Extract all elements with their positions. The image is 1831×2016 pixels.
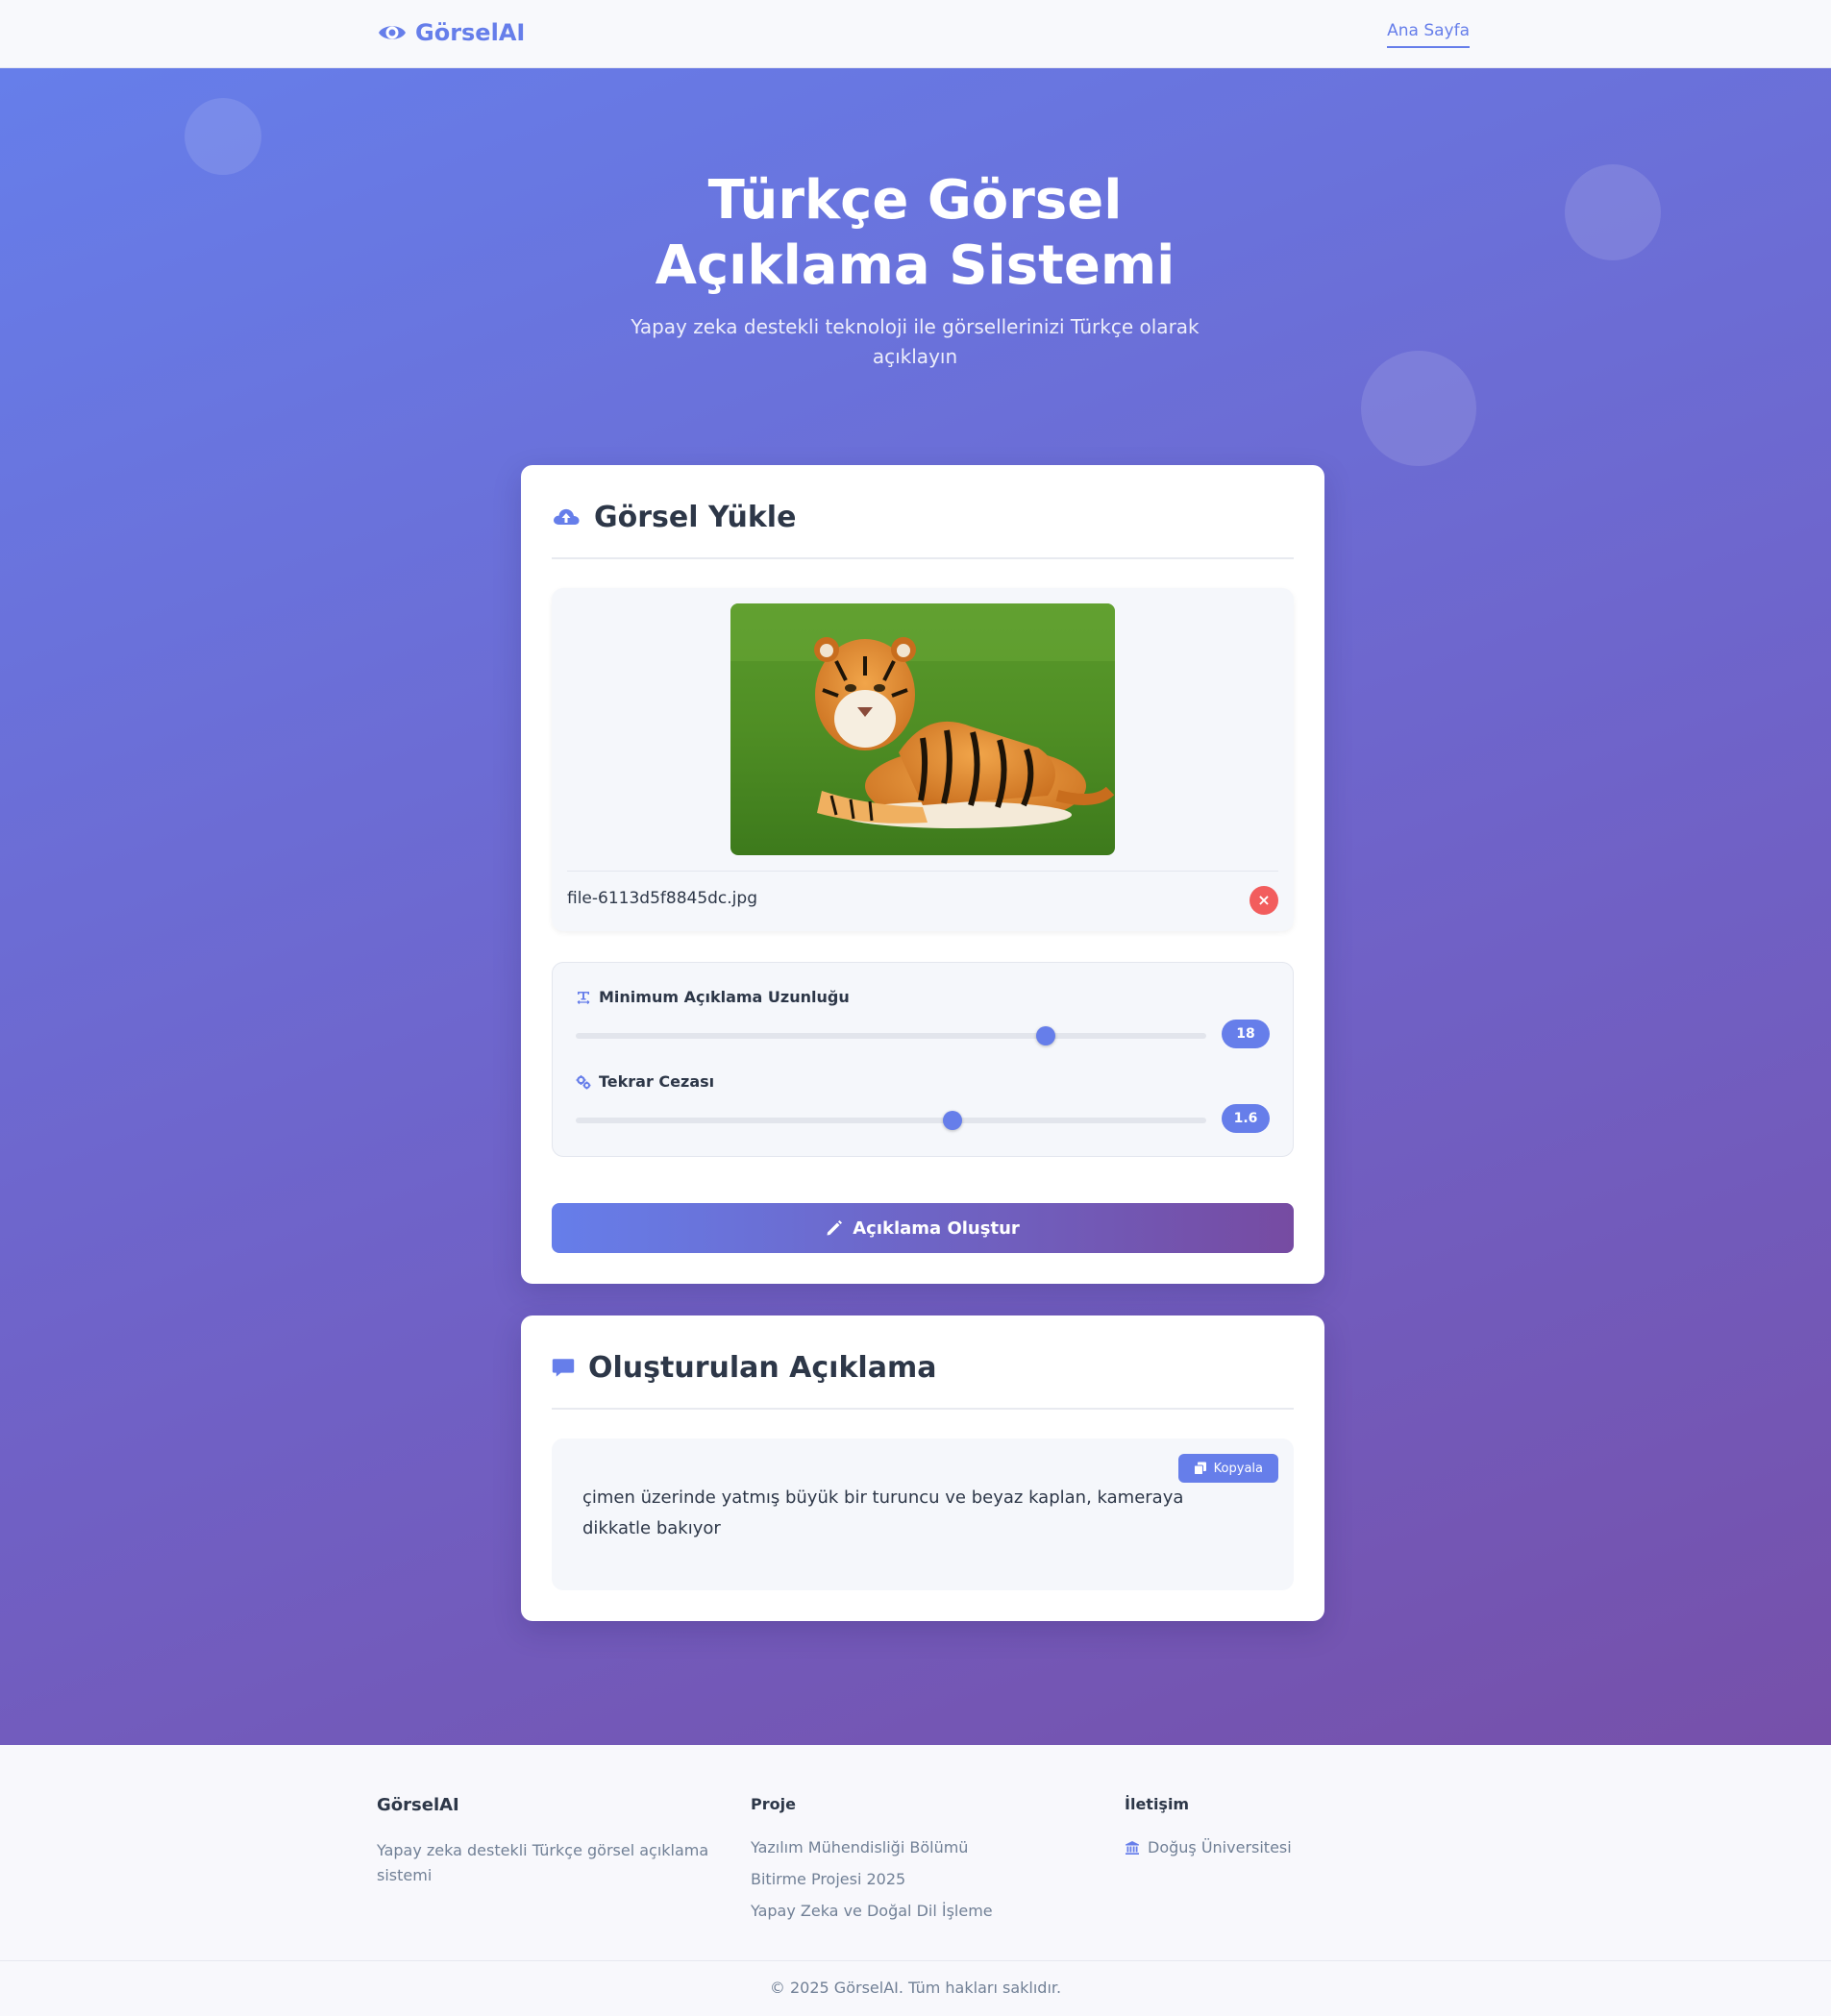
footer-project-item: Yapay Zeka ve Doğal Dil İşleme	[751, 1902, 993, 1920]
setting-repetition-penalty: Tekrar Cezası 1.6	[576, 1072, 1270, 1133]
footer-project-list: Yazılım Mühendisliği Bölümü Bitirme Proj…	[751, 1836, 1097, 1922]
university-icon	[1126, 1840, 1139, 1855]
copy-button-label: Kopyala	[1213, 1461, 1263, 1476]
repetition-penalty-slider[interactable]	[576, 1111, 1206, 1130]
cloud-upload-icon	[554, 508, 580, 525]
setting-label-repetition: Tekrar Cezası	[576, 1072, 1270, 1091]
footer-contact-list: Doğuş Üniversitesi	[1125, 1836, 1471, 1858]
upload-card-title: Görsel Yükle	[594, 500, 797, 534]
footer-project-item: Yazılım Mühendisliği Bölümü	[751, 1838, 969, 1856]
result-box: Kopyala çimen üzerinde yatmış büyük bir …	[552, 1438, 1294, 1590]
footer-col-contact: İletişim Doğuş Üniversitesi	[1125, 1795, 1471, 1868]
footer-project-title: Proje	[751, 1795, 796, 1813]
decorative-bubble	[1361, 351, 1476, 466]
upload-card: Görsel Yükle file-6113d5f8845dc.jpg × Mi…	[521, 465, 1324, 1284]
setting-label-text: Minimum Açıklama Uzunluğu	[599, 988, 850, 1006]
footer: GörselAI Yapay zeka destekli Türkçe görs…	[0, 1745, 1831, 2016]
page-subtitle: Yapay zeka destekli teknoloji ile görsel…	[631, 315, 1200, 368]
brand-name: GörselAI	[415, 19, 526, 46]
footer-brand-title: GörselAI	[377, 1795, 459, 1815]
repetition-value-badge: 1.6	[1222, 1104, 1270, 1133]
copy-icon	[1193, 1462, 1206, 1475]
footer-brand-desc: Yapay zeka destekli Türkçe görsel açıkla…	[377, 1841, 709, 1884]
image-preview-box: file-6113d5f8845dc.jpg ×	[552, 588, 1294, 931]
page-title: Türkçe Görsel Açıklama Sistemi	[655, 169, 1175, 297]
comment-icon	[552, 1359, 575, 1377]
result-card: Oluşturulan Açıklama Kopyala çimen üzeri…	[521, 1315, 1324, 1621]
remove-file-button[interactable]: ×	[1250, 886, 1278, 915]
generated-description-text: çimen üzerinde yatmış büyük bir turuncu …	[582, 1487, 1184, 1538]
footer-project-item: Bitirme Projesi 2025	[751, 1870, 906, 1888]
result-card-title: Oluşturulan Açıklama	[588, 1350, 937, 1385]
min-length-value-badge: 18	[1222, 1020, 1270, 1048]
tiger-image	[730, 603, 1115, 855]
upload-card-header: Görsel Yükle	[552, 500, 1294, 559]
footer-contact-title: İletişim	[1125, 1795, 1190, 1813]
navbar: GörselAI Ana Sayfa	[0, 0, 1831, 68]
footer-col-brand: GörselAI Yapay zeka destekli Türkçe görs…	[377, 1795, 723, 1888]
setting-label-min-length: Minimum Açıklama Uzunluğu	[576, 988, 1270, 1006]
decorative-bubble	[1565, 164, 1661, 260]
footer-contact-item: Doğuş Üniversitesi	[1125, 1836, 1471, 1858]
eye-icon	[379, 26, 406, 39]
settings-panel: Minimum Açıklama Uzunluğu 18 Tekrar Ceza…	[552, 962, 1294, 1157]
result-card-header: Oluşturulan Açıklama	[552, 1350, 1294, 1410]
file-name: file-6113d5f8845dc.jpg	[567, 889, 757, 908]
brand-logo[interactable]: GörselAI	[377, 17, 525, 48]
pencil-icon	[827, 1220, 843, 1236]
file-info-row: file-6113d5f8845dc.jpg ×	[567, 871, 1278, 919]
footer-contact-label: Doğuş Üniversitesi	[1148, 1838, 1292, 1856]
decorative-bubble	[185, 98, 261, 175]
text-width-icon	[577, 991, 590, 1004]
setting-min-length: Minimum Açıklama Uzunluğu 18	[576, 988, 1270, 1048]
close-icon: ×	[1257, 891, 1271, 909]
generate-button-label: Açıklama Oluştur	[853, 1217, 1020, 1239]
generate-description-button[interactable]: Açıklama Oluştur	[552, 1203, 1294, 1253]
slider-thumb[interactable]	[943, 1111, 963, 1130]
slider-thumb[interactable]	[1035, 1026, 1055, 1045]
footer-copyright: © 2025 GörselAI. Tüm hakları saklıdır.	[0, 1960, 1831, 1997]
nav-link-home[interactable]: Ana Sayfa	[1387, 21, 1470, 48]
footer-col-project: Proje Yazılım Mühendisliği Bölümü Bitirm…	[751, 1795, 1097, 1931]
copy-button[interactable]: Kopyala	[1177, 1454, 1278, 1483]
cogs-icon	[576, 1074, 591, 1089]
setting-label-text: Tekrar Cezası	[599, 1072, 715, 1091]
min-length-slider[interactable]	[576, 1026, 1206, 1045]
uploaded-image-preview	[730, 603, 1115, 855]
